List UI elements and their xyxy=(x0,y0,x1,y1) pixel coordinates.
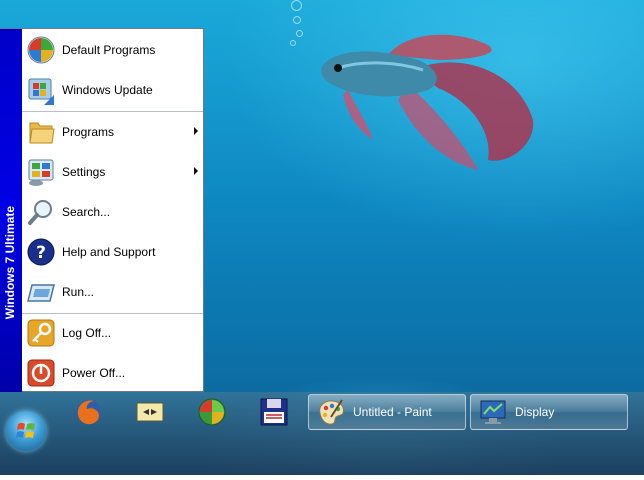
menu-item-label: Help and Support xyxy=(62,245,156,259)
display-monitor-icon xyxy=(477,396,509,428)
taskbar-button-label: Untitled - Paint xyxy=(353,405,432,419)
menu-item-log-off[interactable]: Log Off... xyxy=(22,313,203,353)
start-menu: Windows 7 Ultimate Default Programs Wind… xyxy=(0,28,204,392)
help-icon: ? xyxy=(25,236,57,268)
menu-item-label: Run... xyxy=(62,285,95,299)
menu-item-label: Settings xyxy=(62,165,106,179)
taskbar-button-display[interactable]: Display xyxy=(470,394,628,430)
bubble xyxy=(293,16,301,24)
search-icon xyxy=(25,196,57,228)
menu-item-windows-update[interactable]: Windows Update xyxy=(22,70,203,110)
quick-launch-mouse-settings[interactable] xyxy=(134,396,166,428)
menu-item-label: Search... xyxy=(62,205,111,219)
svg-text:?: ? xyxy=(36,243,46,263)
taskbar-button-paint[interactable]: Untitled - Paint xyxy=(308,394,466,430)
paint-palette-icon xyxy=(315,396,347,428)
menu-item-run[interactable]: Run... xyxy=(22,272,203,312)
start-button[interactable] xyxy=(6,411,46,451)
menu-item-default-programs[interactable]: Default Programs xyxy=(22,30,203,70)
submenu-arrow-icon xyxy=(194,167,198,175)
menu-item-programs[interactable]: Programs xyxy=(22,112,203,152)
menu-item-power-off[interactable]: Power Off... xyxy=(22,353,203,393)
menu-item-label: Programs xyxy=(62,125,115,139)
power-icon xyxy=(25,357,57,389)
taskbar-button-label: Display xyxy=(515,405,555,419)
windows-orb-icon xyxy=(16,422,35,438)
menu-item-label: Power Off... xyxy=(62,366,126,380)
mouse-settings-icon xyxy=(136,402,164,422)
default-programs-icon xyxy=(25,34,57,66)
menu-item-label: Default Programs xyxy=(62,43,156,57)
bubble xyxy=(290,40,296,46)
floppy-disk-icon xyxy=(260,398,288,426)
folder-icon xyxy=(25,116,57,148)
quick-launch-save[interactable] xyxy=(258,396,290,428)
windows-logo-icon xyxy=(198,398,226,426)
bubble xyxy=(291,0,302,11)
run-icon xyxy=(25,276,57,308)
firefox-icon xyxy=(77,400,101,425)
start-menu-banner: Windows 7 Ultimate xyxy=(0,29,22,392)
bubble xyxy=(296,30,303,37)
windows-update-icon xyxy=(25,74,57,106)
submenu-arrow-icon xyxy=(194,127,198,135)
control-panel-icon xyxy=(25,156,57,188)
key-icon xyxy=(25,317,57,349)
quick-launch-firefox[interactable] xyxy=(73,396,105,428)
betta-fish-image xyxy=(321,34,534,170)
quick-launch-windows[interactable] xyxy=(196,396,228,428)
menu-item-label: Log Off... xyxy=(62,326,112,340)
menu-item-help-and-support[interactable]: ? Help and Support xyxy=(22,232,203,272)
menu-item-label: Windows Update xyxy=(62,83,153,97)
menu-item-search[interactable]: Search... xyxy=(22,192,203,232)
menu-item-settings[interactable]: Settings xyxy=(22,152,203,192)
